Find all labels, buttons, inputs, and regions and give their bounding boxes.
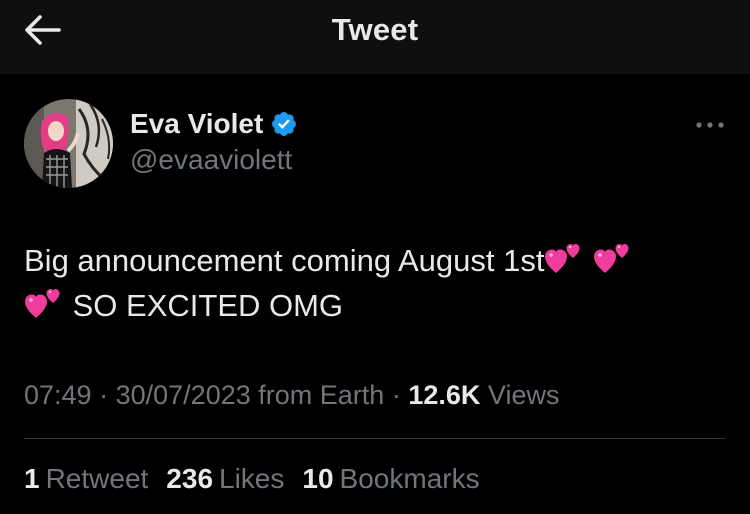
bookmarks-stat[interactable]: 10 Bookmarks: [302, 463, 479, 495]
author-handle[interactable]: @evaaviolett: [130, 144, 292, 176]
engagement-stats: 1 Retweet 236 Likes 10 Bookmarks: [24, 463, 498, 495]
two-hearts-icon: [593, 241, 633, 277]
top-bar: Tweet: [0, 0, 750, 74]
likes-stat[interactable]: 236 Likes: [166, 463, 284, 495]
two-hearts-icon: [24, 286, 64, 322]
separator-dot: ·: [391, 380, 401, 410]
divider: [24, 438, 726, 439]
more-dots-icon: [696, 122, 724, 128]
separator-dot: ·: [99, 380, 109, 410]
display-name[interactable]: Eva Violet: [130, 108, 263, 140]
likes-count: 236: [166, 463, 214, 494]
tweet-text-line1: Big announcement coming August 1st: [24, 243, 545, 278]
verified-badge-icon: [270, 110, 298, 138]
likes-label: Likes: [219, 463, 285, 494]
author-name-row: Eva Violet: [130, 108, 298, 140]
views-label: Views: [487, 380, 560, 410]
tweet-date: 30/07/2023: [115, 380, 251, 410]
views-count: 12.6K: [408, 380, 481, 410]
retweets-stat[interactable]: 1 Retweet: [24, 463, 148, 495]
two-hearts-icon: [544, 241, 584, 277]
bookmarks-label: Bookmarks: [339, 463, 480, 494]
tweet-source: from Earth: [258, 380, 385, 410]
bookmarks-count: 10: [302, 463, 334, 494]
page-title: Tweet: [331, 12, 419, 47]
more-options-button[interactable]: [690, 112, 730, 138]
tweet-time: 07:49: [24, 380, 92, 410]
retweets-count: 1: [24, 463, 40, 494]
avatar[interactable]: [24, 99, 113, 188]
retweets-label: Retweet: [45, 463, 149, 494]
tweet-text-line2: SO EXCITED OMG: [72, 288, 344, 323]
tweet-meta: 07:49 · 30/07/2023 from Earth · 12.6K Vi…: [24, 380, 559, 411]
tweet-text: Big announcement coming August 1st SO EX…: [24, 238, 724, 328]
